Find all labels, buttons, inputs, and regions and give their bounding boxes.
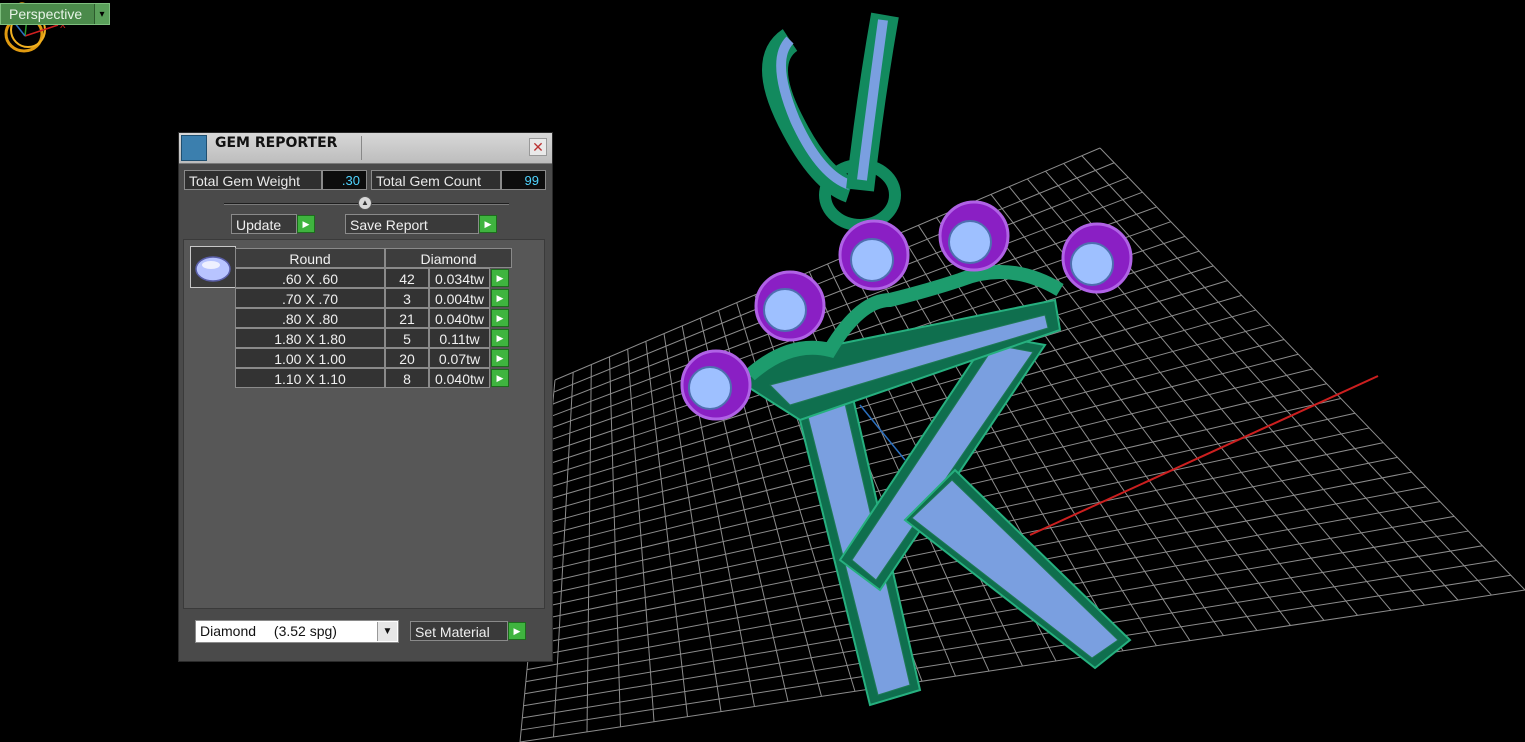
gem-size-cell: 1.80 X 1.80: [235, 328, 385, 348]
gem-count-cell: 8: [385, 368, 429, 388]
set-material-button[interactable]: Set Material: [410, 621, 508, 641]
update-button[interactable]: Update: [231, 214, 297, 234]
gem-size-cell: 1.10 X 1.10: [235, 368, 385, 388]
total-gem-weight-value: .30: [322, 170, 367, 190]
gem-shape-thumbnail[interactable]: [190, 246, 236, 288]
gem-reporter-panel: GEM REPORTER ✕ Total Gem Weight .30 Tota…: [178, 132, 553, 662]
gem-count-cell: 20: [385, 348, 429, 368]
save-report-go-icon[interactable]: ▶: [479, 215, 497, 233]
set-material-go-icon[interactable]: ▶: [508, 622, 526, 640]
panel-title: GEM REPORTER: [215, 135, 338, 151]
gem-weight-cell: 0.040tw: [429, 308, 490, 328]
material-name: Diamond: [200, 623, 257, 639]
row-go-icon[interactable]: ▶: [491, 309, 509, 327]
pendant-model[interactable]: [680, 12, 1133, 707]
material-spg: (3.52 spg): [273, 623, 337, 639]
row-go-icon[interactable]: ▶: [491, 269, 509, 287]
total-gem-count-value: 99: [501, 170, 546, 190]
gem-size-cell: .70 X .70: [235, 288, 385, 308]
gem-size-cell: .80 X .80: [235, 308, 385, 328]
gem-weight-cell: 0.040tw: [429, 368, 490, 388]
gem-weight-cell: 0.004tw: [429, 288, 490, 308]
update-go-icon[interactable]: ▶: [297, 215, 315, 233]
save-report-button[interactable]: Save Report: [345, 214, 479, 234]
row-go-icon[interactable]: ▶: [491, 349, 509, 367]
gem-count-cell: 5: [385, 328, 429, 348]
close-icon[interactable]: ✕: [529, 138, 547, 156]
x-axis-line: [1029, 375, 1379, 536]
gem-size-cell: .60 X .60: [235, 268, 385, 288]
panel-titlebar[interactable]: GEM REPORTER ✕: [179, 133, 552, 164]
titlebar-divider: [361, 136, 362, 160]
gem-count-cell: 42: [385, 268, 429, 288]
gem-settings: [680, 200, 1133, 421]
round-gem-icon: [195, 256, 231, 282]
total-gem-weight-label: Total Gem Weight: [184, 170, 322, 190]
gem-count-cell: 3: [385, 288, 429, 308]
gem-weight-cell: 0.034tw: [429, 268, 490, 288]
view-mode-selector[interactable]: Perspective ▾: [0, 3, 110, 25]
view-mode-label: Perspective: [1, 4, 94, 24]
ground-grid: [519, 147, 1525, 742]
chevron-down-icon[interactable]: ▾: [94, 4, 109, 24]
row-go-icon[interactable]: ▶: [491, 369, 509, 387]
splitter-handle[interactable]: ▲: [358, 196, 372, 210]
gem-reporter-icon: [181, 135, 207, 161]
chevron-down-icon[interactable]: ▼: [377, 622, 397, 641]
column-header-material: Diamond: [385, 248, 512, 268]
row-go-icon[interactable]: ▶: [491, 329, 509, 347]
gem-weight-cell: 0.11tw: [429, 328, 490, 348]
gem-size-cell: 1.00 X 1.00: [235, 348, 385, 368]
row-go-icon[interactable]: ▶: [491, 289, 509, 307]
gem-count-cell: 21: [385, 308, 429, 328]
column-header-shape: Round: [235, 248, 385, 268]
y-axis-line: [859, 404, 906, 461]
total-gem-count-label: Total Gem Count: [371, 170, 501, 190]
material-select[interactable]: Diamond (3.52 spg) ▼: [195, 620, 399, 643]
gem-weight-cell: 0.07tw: [429, 348, 490, 368]
